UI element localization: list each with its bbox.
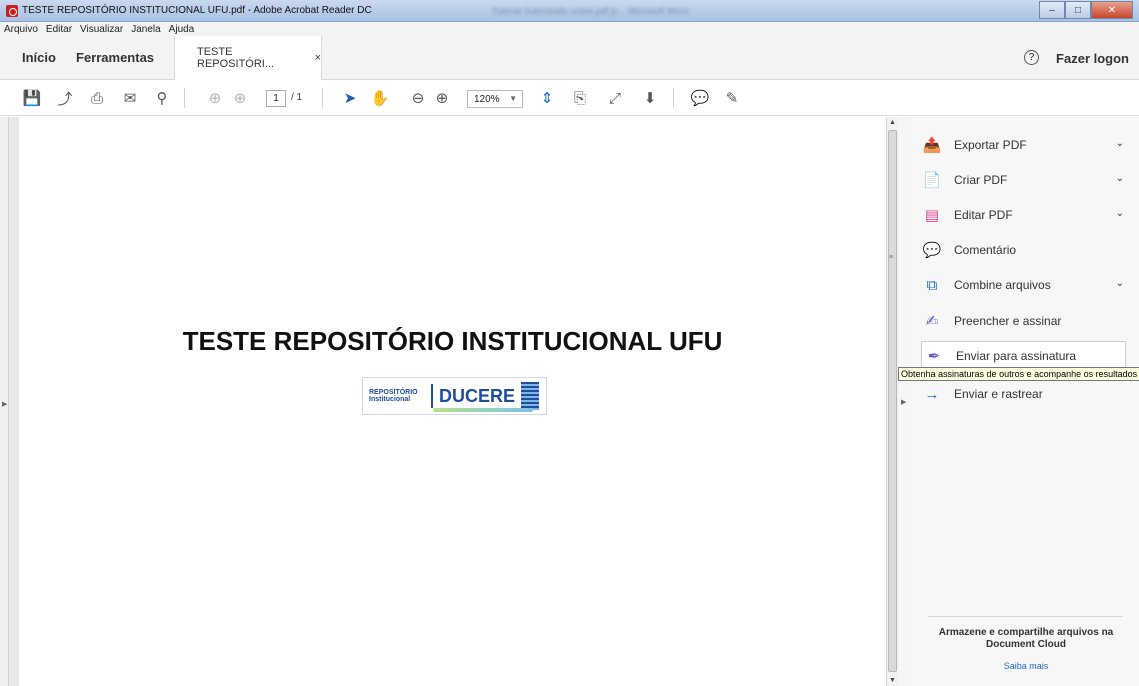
- send-signature-icon: ✒: [927, 348, 941, 365]
- zoom-value: 120%: [474, 93, 500, 105]
- logo-gradient-bar: [433, 408, 533, 412]
- collapse-right-pane-icon[interactable]: ▶: [901, 398, 906, 406]
- pane-divider: [928, 616, 1123, 617]
- zoom-in-icon[interactable]: ⊕: [432, 88, 452, 108]
- logo-stripes: [521, 382, 540, 410]
- close-button[interactable]: ✕: [1091, 1, 1133, 19]
- tool-combine-files[interactable]: ⧉ Combine arquivos ⌄: [920, 270, 1134, 300]
- tool-export-pdf[interactable]: 📤 Exportar PDF ⌄: [920, 130, 1134, 160]
- scroll-grip-icon: ≡: [889, 254, 894, 261]
- menu-arquivo[interactable]: Arquivo: [4, 24, 38, 35]
- chevron-down-icon[interactable]: ⌄: [1116, 278, 1124, 289]
- toolbar-divider: [184, 88, 185, 108]
- toolbar-divider: [322, 88, 323, 108]
- tab-home[interactable]: Início: [22, 50, 56, 65]
- tooltip: Obtenha assinaturas de outros e acompanh…: [898, 367, 1139, 381]
- tools-pane: 📤 Exportar PDF ⌄ 📄 Criar PDF ⌄ ▤ Editar …: [908, 117, 1139, 686]
- menu-bar: Arquivo Editar Visualizar Janela Ajuda: [0, 22, 1139, 36]
- print-icon[interactable]: ⎙: [87, 88, 107, 108]
- tool-edit-pdf[interactable]: ▤ Editar PDF ⌄: [920, 200, 1134, 230]
- hand-tool-icon[interactable]: ✋: [370, 88, 390, 108]
- title-bar: TESTE REPOSITÓRIO INSTITUCIONAL UFU.pdf …: [0, 0, 1139, 22]
- menu-visualizar[interactable]: Visualizar: [80, 24, 123, 35]
- maximize-button[interactable]: □: [1065, 1, 1091, 19]
- help-icon[interactable]: ?: [1024, 50, 1039, 65]
- scroll-up-icon[interactable]: ▲: [889, 119, 896, 126]
- tool-send-track[interactable]: → Enviar e rastrear: [920, 379, 1134, 409]
- tab-close-icon[interactable]: ×: [315, 52, 321, 64]
- combine-files-icon: ⧉: [926, 276, 938, 294]
- zoom-select[interactable]: 120% ▼: [467, 90, 523, 108]
- tool-create-pdf[interactable]: 📄 Criar PDF ⌄: [920, 165, 1134, 195]
- background-window-title: Tutorial Submissão sobre.pdf [c... Micro…: [491, 5, 689, 16]
- expand-left-pane-icon[interactable]: ▶: [2, 400, 7, 408]
- scroll-thumb[interactable]: [888, 130, 897, 672]
- vertical-scrollbar[interactable]: ▲ ≡ ▼: [886, 117, 898, 686]
- comment-bubble-icon: 💬: [922, 242, 942, 259]
- tool-label: Editar PDF: [954, 208, 1013, 222]
- tool-label: Combine arquivos: [954, 278, 1051, 292]
- scroll-down-icon[interactable]: ▼: [889, 677, 896, 684]
- right-pane-toggle[interactable]: ▶: [898, 117, 908, 686]
- tab-tools[interactable]: Ferramentas: [76, 50, 154, 65]
- export-pdf-icon: 📤: [922, 137, 942, 154]
- chevron-down-icon[interactable]: ⌄: [1116, 208, 1124, 219]
- select-tool-icon[interactable]: ➤: [340, 88, 360, 108]
- highlight-pen-icon[interactable]: ✎: [722, 88, 742, 108]
- sign-in-link[interactable]: Fazer logon: [1056, 51, 1129, 66]
- tool-comment[interactable]: 💬 Comentário: [920, 235, 1134, 265]
- fill-sign-icon: ✍: [925, 313, 939, 330]
- tool-fill-sign[interactable]: ✍ Preencher e assinar: [920, 306, 1134, 336]
- document-viewer[interactable]: ▶ TESTE REPOSITÓRIO INSTITUCIONAL UFU RE…: [0, 117, 886, 686]
- logo-name: DUCERE: [439, 385, 516, 406]
- scroll-mode-icon[interactable]: ⬇: [640, 88, 660, 108]
- comment-icon[interactable]: 💬: [690, 88, 710, 108]
- chevron-down-icon: ▼: [509, 94, 517, 103]
- logo-divider: [431, 384, 433, 408]
- logo-repository-text: REPOSITÓRIO Institucional: [369, 389, 418, 403]
- menu-editar[interactable]: Editar: [46, 24, 72, 35]
- send-track-arrow-icon: →: [924, 385, 940, 403]
- acrobat-app-icon: [6, 4, 18, 17]
- save-icon[interactable]: 💾: [22, 88, 42, 108]
- create-pdf-icon: 📄: [922, 172, 942, 189]
- window-title: TESTE REPOSITÓRIO INSTITUCIONAL UFU.pdf …: [22, 5, 372, 16]
- minimize-button[interactable]: –: [1039, 1, 1065, 19]
- toolbar: 💾 ⤴ ⎙ ✉ ⚲ ⊕ ⊕ 1 / 1 ➤ ✋ ⊖ ⊕ 120% ▼ ⇕ ⎘ ⤢…: [0, 80, 1139, 116]
- full-screen-icon[interactable]: ⤢: [605, 88, 625, 108]
- chevron-down-icon[interactable]: ⌄: [1116, 138, 1124, 149]
- chevron-down-icon[interactable]: ⌄: [1116, 173, 1124, 184]
- toolbar-divider: [673, 88, 674, 108]
- document-heading: TESTE REPOSITÓRIO INSTITUCIONAL UFU: [182, 326, 723, 356]
- menu-janela[interactable]: Janela: [131, 24, 160, 35]
- edit-pdf-icon: ▤: [924, 207, 940, 224]
- page-total: / 1: [291, 92, 303, 103]
- tab-bar: Início Ferramentas TESTE REPOSITÓRI... ×…: [0, 36, 1139, 80]
- fit-page-icon[interactable]: ⇕: [537, 88, 557, 108]
- zoom-out-icon[interactable]: ⊖: [408, 88, 428, 108]
- tool-label: Enviar e rastrear: [954, 387, 1043, 401]
- tool-label: Comentário: [954, 243, 1017, 257]
- left-pane-collapsed[interactable]: ▶: [0, 117, 9, 686]
- mail-icon[interactable]: ✉: [120, 88, 140, 108]
- tab-document-label: TESTE REPOSITÓRI...: [197, 46, 275, 70]
- tool-label: Exportar PDF: [954, 138, 1027, 152]
- rotate-view-icon[interactable]: ⎘: [570, 88, 590, 108]
- page-number-input[interactable]: 1: [266, 90, 286, 107]
- tab-document[interactable]: TESTE REPOSITÓRI... ×: [174, 36, 322, 80]
- tool-label: Criar PDF: [954, 173, 1008, 187]
- document-cloud-promo: Armazene e compartilhe arquivos na Docum…: [938, 627, 1114, 650]
- search-icon[interactable]: ⚲: [152, 88, 172, 108]
- page-gutter: [9, 117, 19, 686]
- tool-label: Enviar para assinatura: [956, 349, 1077, 363]
- tool-label: Preencher e assinar: [954, 314, 1062, 328]
- ducere-logo: REPOSITÓRIO Institucional DUCERE: [362, 377, 547, 415]
- menu-ajuda[interactable]: Ajuda: [169, 24, 195, 35]
- next-page-icon[interactable]: ⊕: [230, 88, 250, 108]
- learn-more-link[interactable]: Saiba mais: [924, 661, 1128, 671]
- previous-page-icon[interactable]: ⊕: [205, 88, 225, 108]
- upload-cloud-icon[interactable]: ⤴: [55, 88, 75, 108]
